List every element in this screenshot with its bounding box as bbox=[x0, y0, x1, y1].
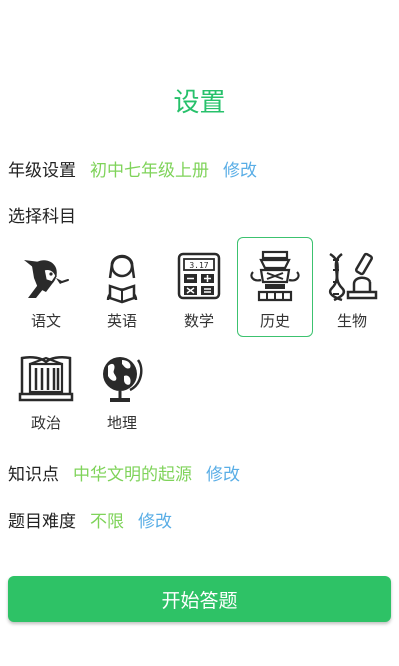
subject-politics[interactable]: 政治 bbox=[8, 340, 84, 440]
grade-value: 初中七年级上册 bbox=[90, 160, 209, 181]
subject-english[interactable]: 英语 bbox=[84, 238, 160, 338]
knowledge-label: 知识点 bbox=[8, 464, 59, 485]
reading-girl-icon bbox=[106, 254, 138, 304]
grade-row: 年级设置 初中七年级上册 修改 bbox=[8, 154, 257, 182]
settings-page: 设置 年级设置 初中七年级上册 修改 选择科目 语文 英语 3.17 数学 历史… bbox=[0, 0, 399, 666]
subject-biology[interactable]: 生物 bbox=[314, 238, 390, 338]
globe-icon bbox=[103, 357, 143, 402]
svg-text:3.17: 3.17 bbox=[189, 261, 208, 270]
knowledge-value: 中华文明的起源 bbox=[73, 464, 192, 485]
start-quiz-button[interactable]: 开始答题 bbox=[8, 576, 391, 622]
poet-portrait-icon bbox=[24, 260, 69, 298]
subject-history[interactable]: 历史 bbox=[237, 237, 313, 337]
subject-name: 地理 bbox=[106, 414, 137, 432]
subject-name: 英语 bbox=[106, 312, 137, 330]
calculator-icon: 3.17 bbox=[177, 252, 221, 300]
subject-math[interactable]: 3.17 数学 bbox=[161, 238, 237, 338]
knowledge-edit-link[interactable]: 修改 bbox=[206, 460, 240, 485]
difficulty-edit-link[interactable]: 修改 bbox=[138, 507, 172, 532]
difficulty-label: 题目难度 bbox=[8, 511, 76, 532]
knowledge-row: 知识点 中华文明的起源 修改 bbox=[8, 458, 240, 486]
difficulty-row: 题目难度 不限 修改 bbox=[8, 505, 172, 533]
book-building-icon bbox=[18, 355, 74, 402]
grade-edit-link[interactable]: 修改 bbox=[223, 156, 257, 181]
subject-chinese[interactable]: 语文 bbox=[8, 238, 84, 338]
grade-label: 年级设置 bbox=[8, 160, 76, 181]
ancient-vessel-icon bbox=[250, 250, 300, 302]
subject-section-label: 选择科目 bbox=[8, 207, 76, 227]
page-title: 设置 bbox=[173, 88, 226, 118]
subject-name: 语文 bbox=[30, 312, 61, 330]
subject-name: 生物 bbox=[336, 312, 367, 330]
subject-geography[interactable]: 地理 bbox=[84, 340, 160, 440]
subject-name: 数学 bbox=[183, 312, 214, 330]
subject-name: 政治 bbox=[30, 414, 61, 432]
dna-microscope-icon bbox=[328, 252, 378, 302]
difficulty-value: 不限 bbox=[90, 511, 124, 532]
subject-name: 历史 bbox=[259, 312, 290, 330]
